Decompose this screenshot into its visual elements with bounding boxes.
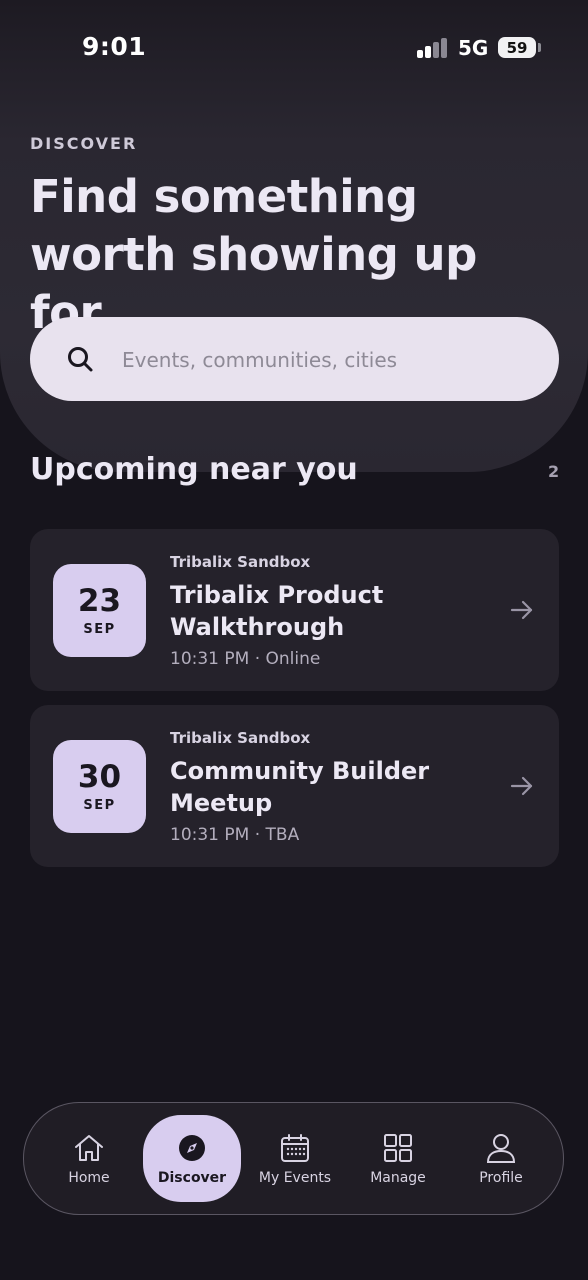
status-bar: 9:01 5G 59	[0, 0, 588, 96]
home-icon	[75, 1134, 103, 1161]
nav-item-discover[interactable]: Discover	[143, 1115, 241, 1202]
grid-icon	[384, 1133, 412, 1162]
event-month: SEP	[83, 798, 116, 813]
event-meta: 10:31 PM · Online	[170, 649, 321, 669]
event-day: 30	[77, 759, 122, 795]
status-time: 9:01	[82, 32, 147, 61]
signal-icon	[417, 38, 449, 58]
event-month: SEP	[83, 622, 116, 637]
nav-label-my-events: My Events	[258, 1169, 332, 1186]
nav-item-profile[interactable]: Profile	[452, 1115, 550, 1202]
nav-label-home: Home	[68, 1169, 110, 1186]
arrow-right-icon[interactable]	[510, 598, 534, 622]
event-title: Tribalix Product Walkthrough	[170, 581, 384, 641]
nav-item-home[interactable]: Home	[40, 1115, 138, 1202]
person-icon	[486, 1133, 516, 1163]
date-tile: 30 SEP	[53, 740, 146, 833]
search-bar[interactable]	[30, 317, 559, 403]
event-day: 23	[77, 583, 122, 619]
date-tile: 23 SEP	[53, 564, 146, 657]
battery-cap	[538, 43, 541, 52]
page-eyebrow: DISCOVER	[30, 134, 138, 153]
event-organizer: Tribalix Sandbox	[170, 553, 311, 571]
section-title: Upcoming near you	[30, 452, 358, 487]
battery-icon: 59	[498, 37, 536, 58]
event-meta: 10:31 PM · TBA	[170, 825, 300, 845]
nav-label-discover: Discover	[157, 1169, 227, 1186]
bottom-nav: Home Discover My Events Manage Profile	[23, 1102, 564, 1215]
event-card[interactable]: 23 SEP Tribalix Sandbox Tribalix Product…	[30, 529, 559, 691]
compass-icon	[179, 1134, 205, 1161]
event-card[interactable]: 30 SEP Tribalix Sandbox Community Builde…	[30, 705, 559, 867]
nav-item-my-events[interactable]: My Events	[246, 1115, 344, 1202]
nav-item-manage[interactable]: Manage	[349, 1115, 447, 1202]
network-type: 5G	[458, 36, 489, 60]
event-count: 2	[548, 462, 560, 481]
page-title: Find something worth showing up for.	[30, 170, 477, 339]
search-input[interactable]	[120, 317, 544, 403]
event-organizer: Tribalix Sandbox	[170, 729, 311, 747]
arrow-right-icon[interactable]	[510, 774, 534, 798]
calendar-icon	[281, 1133, 309, 1162]
battery-level: 59	[506, 38, 528, 57]
nav-label-profile: Profile	[479, 1169, 523, 1186]
search-icon	[68, 347, 93, 372]
event-title: Community Builder Meetup	[170, 757, 430, 817]
nav-label-manage: Manage	[370, 1169, 426, 1186]
